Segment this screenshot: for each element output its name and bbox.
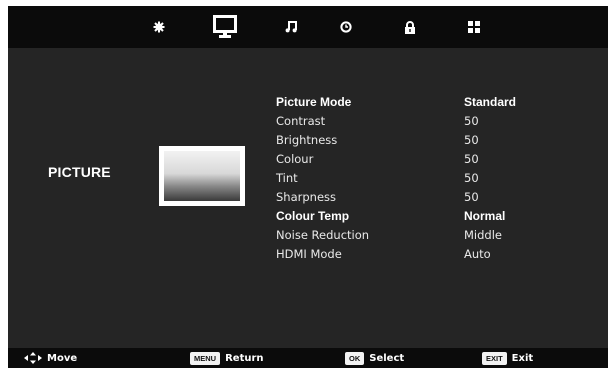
tab-apps[interactable]: [452, 6, 496, 48]
ok-key-badge: OK: [345, 351, 365, 365]
hint-exit: EXIT Exit: [482, 348, 533, 368]
hint-exit-label: Exit: [511, 352, 534, 364]
gear-icon: [153, 21, 165, 33]
clock-icon: [340, 21, 352, 33]
menu-item-label: Contrast: [276, 113, 326, 128]
menu-item-value: 50: [464, 170, 479, 185]
tab-time[interactable]: [324, 6, 368, 48]
hint-select: OK Select: [345, 348, 404, 368]
menu-item-label: Brightness: [276, 132, 338, 147]
monitor-icon: [213, 15, 237, 38]
menu-item-label: Colour: [276, 151, 314, 166]
tab-lock[interactable]: [388, 6, 432, 48]
menu-item-value: 50: [464, 132, 479, 147]
tv-osd-screen: PICTURE Picture Mode Standard Contrast 5…: [8, 6, 608, 368]
menu-item-tint[interactable]: Tint 50: [276, 168, 596, 187]
menu-item-noise-reduction[interactable]: Noise Reduction Middle: [276, 225, 596, 244]
menu-item-brightness[interactable]: Brightness 50: [276, 130, 596, 149]
grid-icon: [468, 21, 480, 33]
menu-item-sharpness[interactable]: Sharpness 50: [276, 187, 596, 206]
picture-thumbnail-image: [164, 151, 240, 201]
menu-item-label: Colour Temp: [276, 208, 350, 223]
footer-hint-bar: Move MENU Return OK Select EXIT Exit: [8, 348, 608, 368]
tab-picture[interactable]: [203, 6, 247, 48]
section-title: PICTURE: [48, 164, 111, 180]
menu-item-value: Middle: [464, 227, 502, 242]
menu-item-hdmi-mode[interactable]: HDMI Mode Auto: [276, 244, 596, 263]
menu-item-label: Tint: [276, 170, 298, 185]
menu-item-label: HDMI Mode: [276, 246, 342, 261]
menu-item-value: Normal: [464, 208, 506, 223]
menu-item-value: 50: [464, 113, 479, 128]
menu-item-colour[interactable]: Colour 50: [276, 149, 596, 168]
menu-item-contrast[interactable]: Contrast 50: [276, 111, 596, 130]
hint-return: MENU Return: [190, 348, 264, 368]
hint-move: Move: [24, 348, 77, 368]
menu-item-label: Sharpness: [276, 189, 337, 204]
music-note-icon: [285, 21, 297, 33]
menu-item-label: Noise Reduction: [276, 227, 370, 242]
menu-item-colour-temp[interactable]: Colour Temp Normal: [276, 206, 596, 225]
picture-thumbnail: [159, 146, 245, 206]
menu-item-value: 50: [464, 189, 479, 204]
menu-tab-bar: [8, 6, 608, 48]
menu-item-value: Standard: [464, 94, 517, 109]
tab-sound[interactable]: [269, 6, 313, 48]
dpad-arrows-icon: [24, 352, 42, 364]
hint-move-label: Move: [47, 352, 78, 364]
hint-select-label: Select: [369, 352, 405, 364]
hint-return-label: Return: [225, 352, 264, 364]
menu-item-value: Auto: [464, 246, 491, 261]
menu-item-label: Picture Mode: [276, 94, 352, 109]
lock-icon: [405, 20, 415, 34]
menu-item-picture-mode[interactable]: Picture Mode Standard: [276, 92, 596, 111]
menu-item-value: 50: [464, 151, 479, 166]
exit-key-badge: EXIT: [482, 351, 507, 365]
picture-settings-menu: Picture Mode Standard Contrast 50 Bright…: [276, 92, 596, 263]
menu-key-badge: MENU: [190, 351, 221, 365]
tab-setup[interactable]: [137, 6, 181, 48]
